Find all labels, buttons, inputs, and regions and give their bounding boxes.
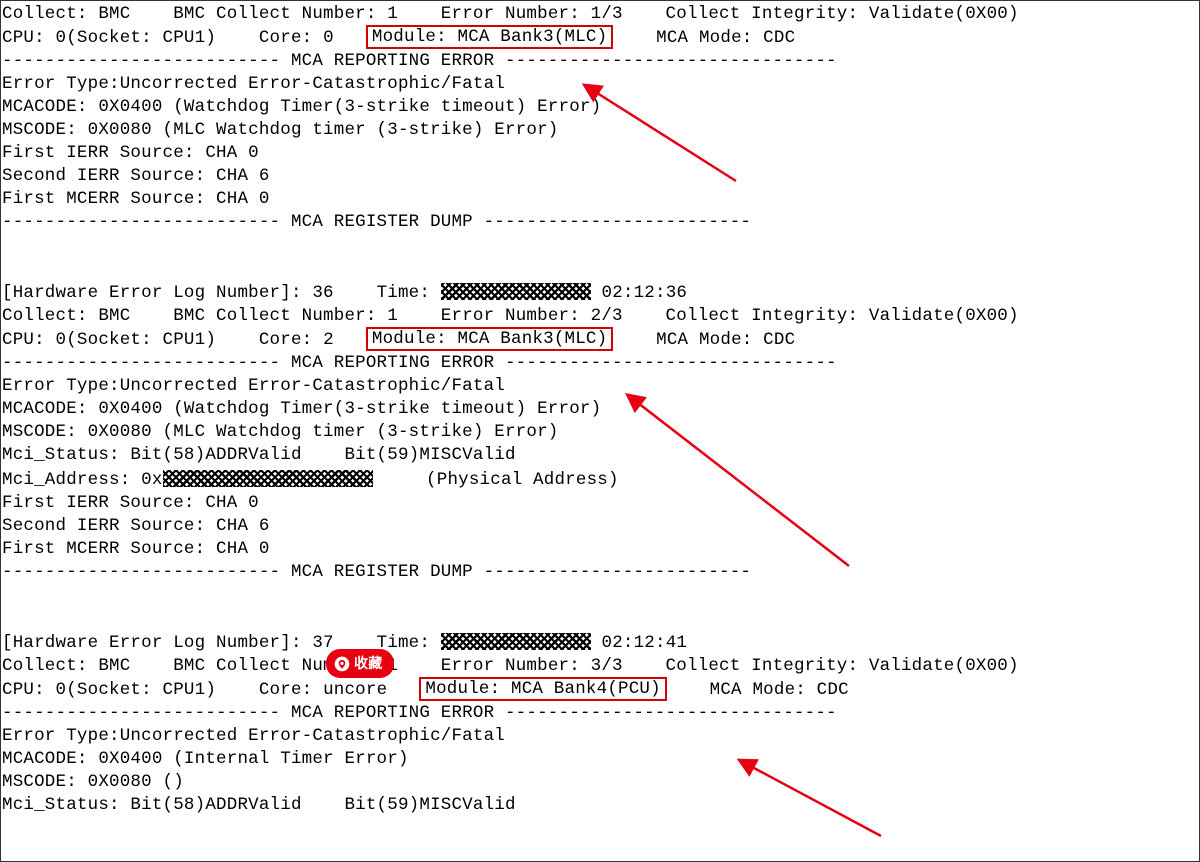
- bookmark-label: 收藏: [354, 652, 382, 675]
- highlight-module: Module: MCA Bank3(MLC): [366, 25, 613, 49]
- field-core: Core: uncore: [259, 680, 387, 700]
- log-line: [Hardware Error Log Number]: 36 Time: 02…: [2, 280, 1199, 305]
- field-integrity: Collect Integrity: Validate(0X00): [666, 656, 1019, 676]
- field-mscode: MSCODE: 0X0080 (MLC Watchdog timer (3-st…: [2, 119, 1199, 142]
- bookmark-button[interactable]: 收藏: [326, 649, 394, 678]
- field-log-number: [Hardware Error Log Number]: 36: [2, 283, 334, 303]
- field-cpu: CPU: 0(Socket: CPU1): [2, 28, 216, 48]
- field-ierr1: First IERR Source: CHA 0: [2, 142, 1199, 165]
- field-ierr2: Second IERR Source: CHA 6: [2, 515, 1199, 538]
- field-log-number: [Hardware Error Log Number]: 37: [2, 633, 334, 653]
- field-error-number: Error Number: 2/3: [441, 306, 623, 326]
- highlight-module: Module: MCA Bank4(PCU): [419, 677, 666, 701]
- blank-line: [2, 234, 1199, 257]
- blank-line: [2, 607, 1199, 630]
- blank-line: [2, 584, 1199, 607]
- field-error-number: Error Number: 1/3: [441, 4, 623, 24]
- field-mcerr1: First MCERR Source: CHA 0: [2, 188, 1199, 211]
- log-line: CPU: 0(Socket: CPU1) Core: uncore Module…: [2, 678, 1199, 702]
- field-mci-address-suffix: (Physical Address): [373, 470, 619, 490]
- field-ierr2: Second IERR Source: CHA 6: [2, 165, 1199, 188]
- field-collect: Collect: BMC: [2, 306, 130, 326]
- pin-icon: [334, 656, 350, 672]
- log-line: Collect: BMC BMC Collect Number: 1 Error…: [2, 3, 1199, 26]
- separator-dump: -------------------------- MCA REGISTER …: [2, 561, 1199, 584]
- field-mcacode: MCACODE: 0X0400 (Watchdog Timer(3-strike…: [2, 96, 1199, 119]
- field-error-number: Error Number: 3/3: [441, 656, 623, 676]
- separator-dump: -------------------------- MCA REGISTER …: [2, 211, 1199, 234]
- log-line: CPU: 0(Socket: CPU1) Core: 2 Module: MCA…: [2, 328, 1199, 352]
- field-integrity: Collect Integrity: Validate(0X00): [666, 4, 1019, 24]
- field-mcacode: MCACODE: 0X0400 (Watchdog Timer(3-strike…: [2, 398, 1199, 421]
- field-error-type: Error Type:Uncorrected Error-Catastrophi…: [2, 725, 1199, 748]
- log-line: [Hardware Error Log Number]: 37 Time: 02…: [2, 630, 1199, 655]
- masked-date: [441, 633, 591, 650]
- field-mca-mode: MCA Mode: CDC: [710, 680, 849, 700]
- field-cpu: CPU: 0(Socket: CPU1): [2, 680, 216, 700]
- field-mscode: MSCODE: 0X0080 (): [2, 771, 1199, 794]
- field-mci-status: Mci_Status: Bit(58)ADDRValid Bit(59)MISC…: [2, 444, 1199, 467]
- separator-report: -------------------------- MCA REPORTING…: [2, 50, 1199, 73]
- log-line: Collect: BMC BMC Collect Number: 1 Error…: [2, 655, 1199, 678]
- log-line: CPU: 0(Socket: CPU1) Core: 0 Module: MCA…: [2, 26, 1199, 50]
- masked-address: [163, 470, 373, 487]
- field-bmc-number: BMC Collect Number: 1: [173, 306, 398, 326]
- field-time-value: 02:12:41: [591, 633, 687, 653]
- field-bmc-number: BMC Collect Number: 1: [173, 4, 398, 24]
- blank-line: [2, 257, 1199, 280]
- log-line: Mci_Address: 0x (Physical Address): [2, 467, 1199, 492]
- separator-report: -------------------------- MCA REPORTING…: [2, 352, 1199, 375]
- separator-report: -------------------------- MCA REPORTING…: [2, 702, 1199, 725]
- field-mca-mode: MCA Mode: CDC: [656, 28, 795, 48]
- field-mca-mode: MCA Mode: CDC: [656, 330, 795, 350]
- field-mci-status: Mci_Status: Bit(58)ADDRValid Bit(59)MISC…: [2, 794, 1199, 817]
- field-core: Core: 0: [259, 28, 334, 48]
- field-mci-address: Mci_Address: 0x: [2, 470, 163, 490]
- field-mcacode: MCACODE: 0X0400 (Internal Timer Error): [2, 748, 1199, 771]
- field-core: Core: 2: [259, 330, 334, 350]
- field-mscode: MSCODE: 0X0080 (MLC Watchdog timer (3-st…: [2, 421, 1199, 444]
- field-integrity: Collect Integrity: Validate(0X00): [666, 306, 1019, 326]
- field-mcerr1: First MCERR Source: CHA 0: [2, 538, 1199, 561]
- highlight-module: Module: MCA Bank3(MLC): [366, 327, 613, 351]
- field-collect: Collect: BMC: [2, 656, 130, 676]
- field-cpu: CPU: 0(Socket: CPU1): [2, 330, 216, 350]
- masked-date: [441, 283, 591, 300]
- field-time-label: Time:: [377, 283, 441, 303]
- log-line: Collect: BMC BMC Collect Number: 1 Error…: [2, 305, 1199, 328]
- field-ierr1: First IERR Source: CHA 0: [2, 492, 1199, 515]
- field-error-type: Error Type:Uncorrected Error-Catastrophi…: [2, 73, 1199, 96]
- field-time-value: 02:12:36: [591, 283, 687, 303]
- log-viewer: Collect: BMC BMC Collect Number: 1 Error…: [0, 0, 1200, 862]
- field-error-type: Error Type:Uncorrected Error-Catastrophi…: [2, 375, 1199, 398]
- field-collect: Collect: BMC: [2, 4, 130, 24]
